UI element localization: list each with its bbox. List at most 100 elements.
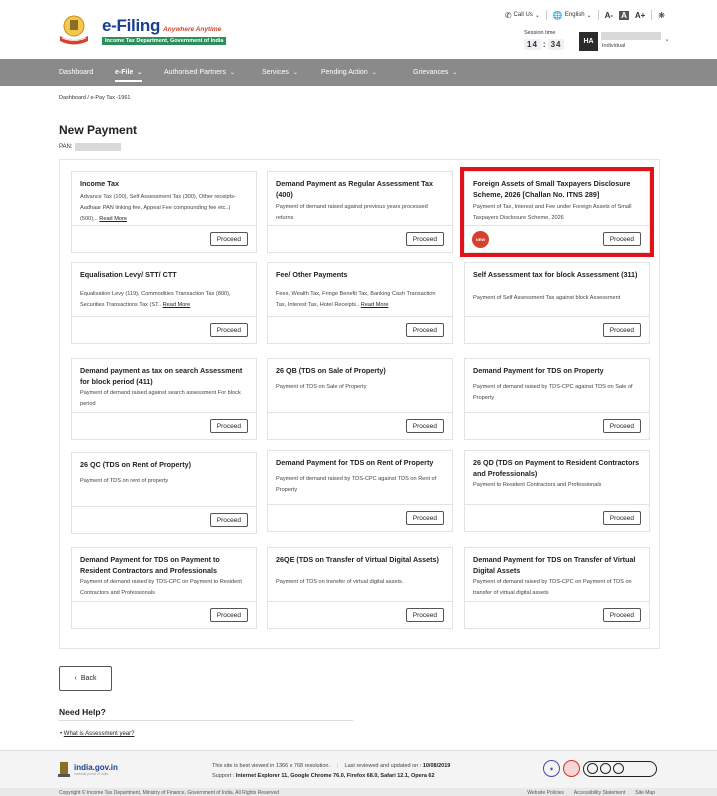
need-help-heading: Need Help? [59, 707, 106, 717]
site-map-link[interactable]: Site Map [635, 790, 655, 796]
proceed-button[interactable]: Proceed [209, 419, 248, 433]
card-description: Payment of demand raised against search … [80, 390, 241, 407]
nav-item-pending-action[interactable]: Pending Action ⌄ [321, 59, 377, 86]
card-title: Fee/ Other Payments [276, 270, 348, 279]
proceed-button[interactable]: Proceed [405, 419, 444, 433]
accessibility-icon[interactable]: ❋ [658, 11, 665, 20]
proceed-button[interactable]: Proceed [602, 323, 641, 337]
chevron-down-icon: ⌄ [292, 70, 298, 76]
proceed-button[interactable]: Proceed [209, 513, 248, 527]
india-gov-logo[interactable]: india.gov.in national portal of india [58, 760, 118, 778]
font-decrease-button[interactable]: A- [605, 11, 613, 20]
india-gov-title: india.gov.in [74, 762, 118, 772]
nav-label: Grievances [413, 69, 449, 76]
read-more-link[interactable]: Read More [163, 302, 191, 308]
nav-label: e-File [115, 69, 134, 76]
card-description: Advance Tax (100), Self Assessment Tax (… [80, 194, 236, 222]
proceed-button[interactable]: Proceed [602, 419, 641, 433]
read-more-link[interactable]: Read More [361, 302, 389, 308]
best-viewed-text: This site is best viewed in 1366 x 768 r… [212, 763, 331, 769]
chevron-down-icon: ⌄ [371, 70, 377, 76]
support-browsers: Internet Explorer 11, Google Chrome 76.0… [235, 773, 435, 779]
assessment-year-link[interactable]: What is Assessment year? [64, 731, 135, 737]
pan-label: PAN: [59, 144, 73, 150]
chevron-down-icon: ⌄ [452, 70, 458, 76]
breadcrumb[interactable]: Dashboard / e-Pay Tax -1961 [59, 95, 130, 101]
card-title: Demand Payment for TDS on Transfer of Vi… [473, 555, 636, 575]
nav-item-grievances[interactable]: Grievances ⌄ [413, 59, 457, 86]
proceed-button[interactable]: Proceed [405, 608, 444, 622]
font-normal-button[interactable]: A [619, 10, 629, 20]
globe-icon: 🌐 [552, 10, 563, 20]
session-label: Session time [524, 30, 556, 36]
proceed-button[interactable]: Proceed [209, 232, 248, 246]
session-timer: Session time 14 : 34 [524, 30, 565, 50]
read-more-link[interactable]: Read More [99, 216, 127, 222]
emblem-icon [58, 14, 98, 46]
card-description: Payment of demand raised by TDS-CPC on P… [80, 579, 242, 596]
pan-display: PAN: [59, 143, 121, 151]
payment-card-foreign-assets: Foreign Assets of Small Taxpayers Disclo… [460, 167, 654, 257]
payment-card-demand-tds-vda: Demand Payment for TDS on Transfer of Vi… [464, 547, 650, 629]
chevron-down-icon: ⌄ [586, 12, 592, 19]
efiling-logo[interactable]: e-Filing Anywhere Anytime Income Tax Dep… [58, 14, 227, 46]
site-footer: india.gov.in national portal of india Th… [0, 750, 717, 788]
card-title: 26 QD (TDS on Payment to Resident Contra… [473, 458, 640, 478]
payment-card-income-tax: Income Tax Advance Tax (100), Self Asses… [71, 171, 257, 253]
card-description: Fees, Wealth Tax, Fringe Benefit Tax, Ba… [276, 291, 436, 308]
payment-card-regular-assessment: Demand Payment as Regular Assessment Tax… [267, 171, 453, 253]
avatar[interactable]: HA [579, 32, 598, 51]
card-title: Demand Payment for TDS on Payment to Res… [80, 555, 220, 575]
nav-label: Pending Action [321, 69, 368, 76]
card-title: Income Tax [80, 179, 120, 188]
proceed-button[interactable]: Proceed [405, 511, 444, 525]
payment-card-self-assessment-block: Self Assessment tax for block Assessment… [464, 262, 650, 344]
help-list-item: • What is Assessment year? [60, 731, 135, 737]
back-label: Back [80, 675, 97, 682]
iso-certification-icon [583, 760, 657, 777]
call-us-dropdown[interactable]: ✆ Call Us ⌄ [505, 11, 540, 20]
language-label: English [564, 12, 585, 18]
proceed-button[interactable]: Proceed [209, 608, 248, 622]
card-description: Payment of TDS on rent of property [80, 478, 169, 484]
proceed-button[interactable]: Proceed [209, 323, 248, 337]
nav-label: Dashboard [59, 69, 94, 76]
proceed-button[interactable]: Proceed [602, 511, 641, 525]
card-description: Payment of Self Assessment Tax against b… [473, 295, 621, 301]
copyright-bar: Copyright © Income Tax Department, Minis… [0, 788, 717, 796]
proceed-button[interactable]: Proceed [602, 608, 641, 622]
payment-card-26qe: 26QE (TDS on Transfer of Virtual Digital… [267, 547, 453, 629]
payment-card-demand-tds-property: Demand Payment for TDS on Property Payme… [464, 358, 650, 440]
nav-item-authorised-partners[interactable]: Authorised Partners ⌄ [164, 59, 235, 86]
chevron-down-icon: ⌄ [229, 70, 235, 76]
chevron-down-icon: ⌄ [137, 70, 143, 76]
card-title: 26 QC (TDS on Rent of Property) [80, 460, 192, 469]
card-description: Payment of demand raised by TDS-CPC agai… [276, 476, 437, 493]
card-description: Payment of demand raised against previou… [276, 204, 428, 221]
card-title: Demand Payment for TDS on Property [473, 366, 604, 375]
emblem-icon [58, 762, 70, 777]
help-divider [59, 720, 353, 721]
india-gov-subtitle: national portal of india [74, 771, 109, 776]
nav-label: Authorised Partners [164, 69, 226, 76]
card-title: Self Assessment tax for block Assessment… [473, 270, 638, 279]
nav-item-services[interactable]: Services ⌄ [262, 59, 298, 86]
card-description: Payment to Resident Contractors and Prof… [473, 482, 602, 488]
card-description: Payment of demand raised by TDS-CPC on P… [473, 579, 632, 596]
proceed-button[interactable]: Proceed [602, 232, 641, 246]
nav-item-dashboard[interactable]: Dashboard [59, 59, 93, 86]
proceed-button[interactable]: Proceed [405, 323, 444, 337]
chevron-down-icon[interactable]: ⌄ [664, 35, 670, 43]
website-policies-link[interactable]: Website Policies [527, 790, 564, 796]
nav-item-efile[interactable]: e-File ⌄ [115, 59, 143, 86]
payment-card-search-assessment: Demand payment as tax on search Assessme… [71, 358, 257, 440]
back-button[interactable]: ‹ Back [59, 666, 112, 691]
payment-options-grid: Income Tax Advance Tax (100), Self Asses… [59, 159, 660, 649]
language-dropdown[interactable]: 🌐 English ⌄ [553, 11, 592, 20]
chevron-down-icon: ⌄ [534, 12, 540, 19]
logo-title: e-Filing [102, 15, 161, 35]
payment-card-demand-tds-rent: Demand Payment for TDS on Rent of Proper… [267, 450, 453, 532]
accessibility-statement-link[interactable]: Accessibility Statement [574, 790, 625, 796]
proceed-button[interactable]: Proceed [405, 232, 444, 246]
font-increase-button[interactable]: A+ [635, 11, 645, 20]
